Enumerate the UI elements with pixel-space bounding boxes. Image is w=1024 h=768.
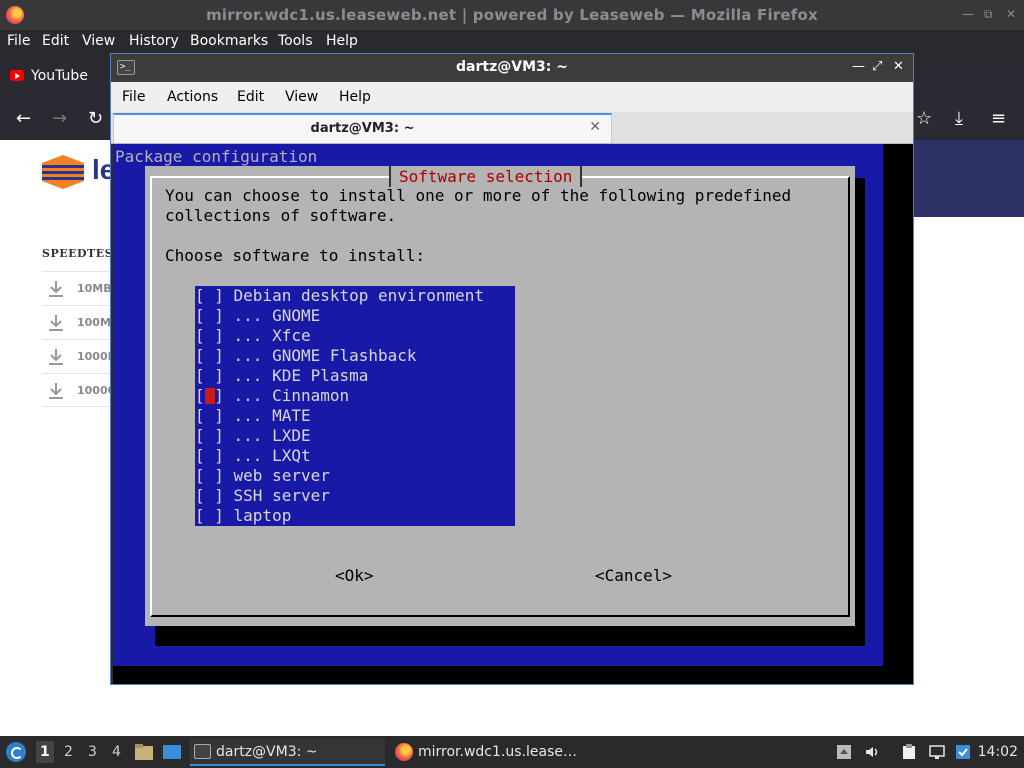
download-icon <box>49 383 63 399</box>
terminal-screen[interactable]: Package configuration Software selection… <box>113 144 913 684</box>
download-row[interactable]: 10000 <box>42 373 115 407</box>
speedtest-heading: SPEEDTES <box>42 247 114 260</box>
menu-help[interactable]: Help <box>326 33 358 49</box>
show-desktop-icon[interactable] <box>162 743 182 761</box>
download-label: 100M <box>77 316 111 329</box>
ok-button[interactable]: <Ok> <box>335 566 374 585</box>
download-row[interactable]: 100M <box>42 305 112 339</box>
checklist-item[interactable]: [ ] ... MATE <box>195 406 311 426</box>
menu-history[interactable]: History <box>129 33 179 49</box>
terminal-menu-view[interactable]: View <box>285 89 318 105</box>
checklist-item[interactable]: [ ] ... GNOME Flashback <box>195 346 417 366</box>
terminal-tab[interactable]: dartz@VM3: ~ ✕ <box>113 113 612 143</box>
forward-arrow-icon[interactable]: → <box>52 108 67 129</box>
firefox-icon <box>395 743 413 761</box>
downloads-icon[interactable]: ⤓ <box>955 108 963 129</box>
bookmark-label: YouTube <box>31 68 88 84</box>
reload-icon[interactable]: ↻ <box>88 108 103 129</box>
maximize-icon[interactable]: ⧉ <box>984 7 993 22</box>
checklist-item[interactable]: [ ] ... Xfce <box>195 326 311 346</box>
dialog-title: Software selection <box>389 166 583 187</box>
file-manager-icon[interactable] <box>134 743 154 761</box>
dialog-prompt: Choose software to install: <box>165 246 426 265</box>
terminal-tabbar: dartz@VM3: ~ ✕ <box>111 112 913 144</box>
bookmark-star-icon[interactable]: ☆ <box>916 108 932 129</box>
terminal-titlebar[interactable]: >_ dartz@VM3: ~ — ⤢ ✕ <box>111 54 913 82</box>
menu-view[interactable]: View <box>82 33 115 49</box>
workspace-4[interactable]: 4 <box>112 744 121 760</box>
close-icon[interactable]: ✕ <box>1006 7 1016 21</box>
volume-icon[interactable] <box>864 744 880 760</box>
checklist-item[interactable]: [ ] ... LXDE <box>195 426 311 446</box>
dialog-intro-line: collections of software. <box>165 206 397 225</box>
checklist-item[interactable]: [ ] ... GNOME <box>195 306 320 326</box>
terminal-tab-label: dartz@VM3: ~ <box>310 121 415 136</box>
menu-tools[interactable]: Tools <box>278 33 313 49</box>
checklist-item[interactable]: [ ] ... Cinnamon <box>195 386 349 406</box>
software-selection-dialog: Software selection You can choose to ins… <box>145 166 855 626</box>
terminal-icon <box>194 744 211 759</box>
terminal-window: >_ dartz@VM3: ~ — ⤢ ✕ File Actions Edit … <box>110 53 914 685</box>
taskbar-task-terminal[interactable]: dartz@VM3: ~ <box>190 738 385 766</box>
download-icon <box>49 349 63 365</box>
terminal-window-title: dartz@VM3: ~ <box>456 59 568 75</box>
debconf-header: Package configuration <box>115 147 318 166</box>
youtube-icon <box>10 70 24 81</box>
checklist-item[interactable]: [ ] laptop <box>195 506 291 526</box>
download-icon <box>49 315 63 331</box>
workspace-3[interactable]: 3 <box>88 744 97 760</box>
terminal-menu-help[interactable]: Help <box>339 89 371 105</box>
cancel-button[interactable]: <Cancel> <box>595 566 672 585</box>
clipboard-icon[interactable] <box>901 744 917 760</box>
terminal-menu-edit[interactable]: Edit <box>237 89 264 105</box>
download-label: 10MB <box>77 282 112 295</box>
minimize-icon[interactable]: — <box>962 7 974 21</box>
menu-bookmarks[interactable]: Bookmarks <box>190 33 268 49</box>
minimize-icon[interactable]: — <box>852 59 865 74</box>
close-icon[interactable]: ✕ <box>893 59 904 74</box>
firefox-window-title: mirror.wdc1.us.leaseweb.net | powered by… <box>206 6 818 24</box>
workspace-2[interactable]: 2 <box>64 744 73 760</box>
site-header-band <box>912 140 1024 217</box>
dialog-intro-line: You can choose to install one or more of… <box>165 186 792 205</box>
firefox-titlebar: mirror.wdc1.us.leaseweb.net | powered by… <box>0 0 1024 30</box>
taskbar: 1 2 3 4 dartz@VM3: ~ mirror.wdc1.us.leas… <box>0 736 1024 768</box>
terminal-menu-actions[interactable]: Actions <box>167 89 218 105</box>
workspace-1[interactable]: 1 <box>36 741 54 763</box>
terminal-cursor <box>205 388 215 404</box>
download-row[interactable]: 1000M <box>42 339 119 373</box>
leaseweb-logo-icon <box>42 155 84 189</box>
checklist-item[interactable]: [ ] web server <box>195 466 330 486</box>
checklist-item[interactable]: [ ] Debian desktop environment <box>195 286 484 306</box>
download-icon <box>49 281 63 297</box>
network-icon[interactable] <box>929 744 945 760</box>
maximize-icon[interactable]: ⤢ <box>872 59 882 74</box>
taskbar-task-firefox[interactable]: mirror.wdc1.us.lease… <box>392 738 582 766</box>
panel-clock[interactable]: 14:02 <box>978 744 1018 760</box>
task-label: dartz@VM3: ~ <box>216 744 318 760</box>
hamburger-menu-icon[interactable]: ≡ <box>991 108 1006 129</box>
terminal-menubar: File Actions Edit View Help <box>111 82 913 112</box>
checklist-item[interactable]: [ ] ... KDE Plasma <box>195 366 368 386</box>
software-checklist: [ ] Debian desktop environment [ ] ... G… <box>195 286 515 526</box>
menu-edit[interactable]: Edit <box>42 33 69 49</box>
task-label: mirror.wdc1.us.lease… <box>418 744 577 760</box>
download-row[interactable]: 10MB <box>42 271 112 305</box>
back-arrow-icon[interactable]: ← <box>16 108 31 129</box>
checklist-item[interactable]: [ ] SSH server <box>195 486 330 506</box>
terminal-menu-file[interactable]: File <box>122 89 145 105</box>
firefox-menubar: File Edit View History Bookmarks Tools H… <box>0 30 1024 54</box>
notification-icon[interactable] <box>955 744 971 760</box>
application-menu-icon[interactable] <box>6 742 26 762</box>
checklist-item[interactable]: [ ] ... LXQt <box>195 446 311 466</box>
update-notifier-icon[interactable] <box>836 744 852 760</box>
tab-close-icon[interactable]: ✕ <box>589 119 601 135</box>
menu-file[interactable]: File <box>7 33 30 49</box>
